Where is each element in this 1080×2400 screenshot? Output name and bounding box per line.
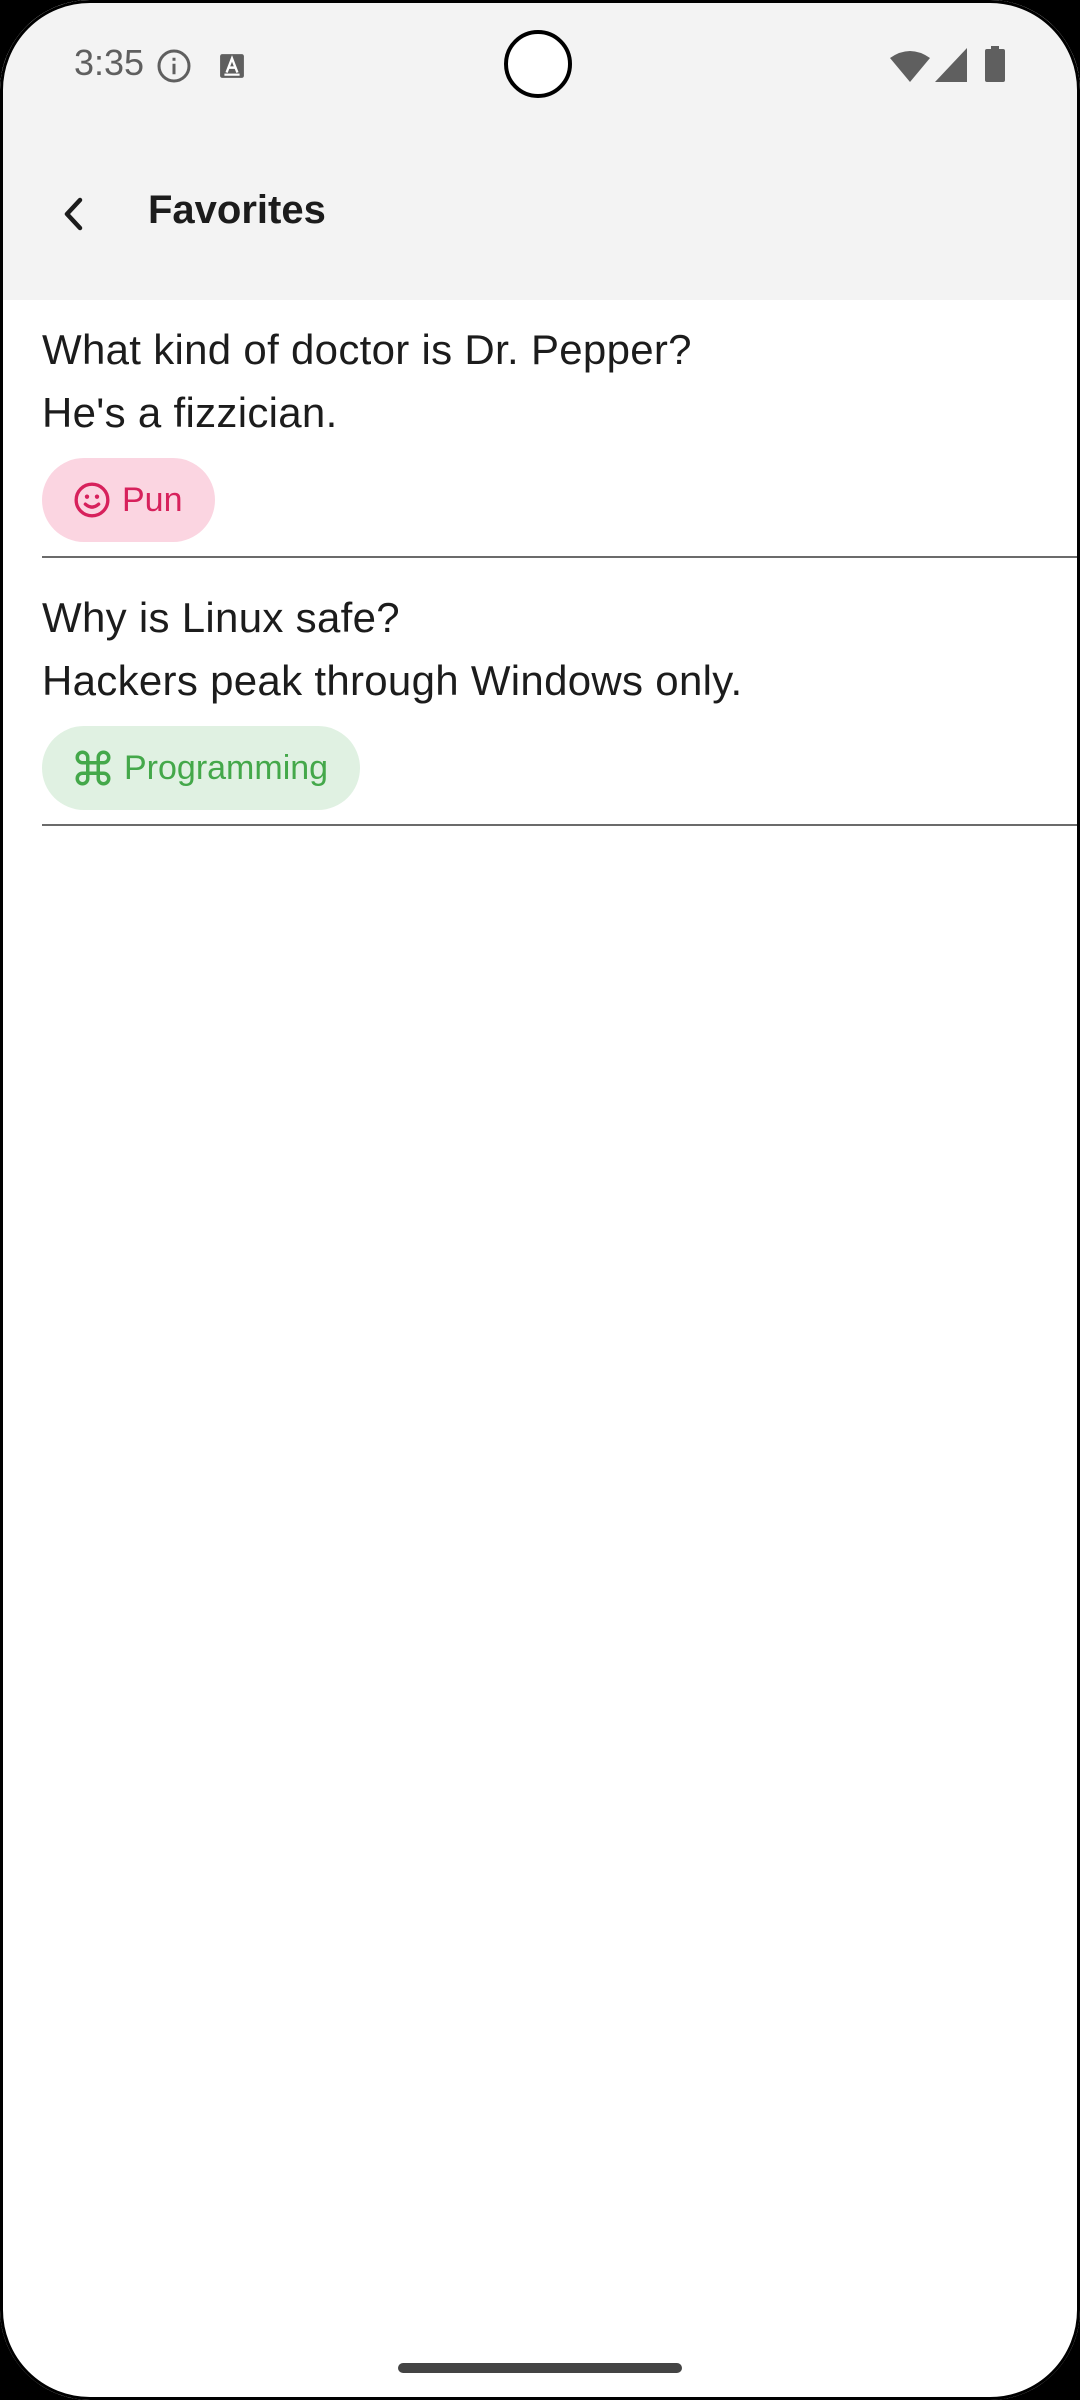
chevron-left-icon xyxy=(64,197,83,231)
status-time: 3:35 xyxy=(74,42,145,83)
top-app-bar: 3:35 Favorites xyxy=(0,0,1080,300)
info-icon xyxy=(157,49,191,83)
a-icon xyxy=(220,54,244,78)
camera-cutout xyxy=(504,30,572,98)
smiley-icon xyxy=(74,482,110,518)
back-button[interactable] xyxy=(38,178,110,250)
favorites-list: What kind of doctor is Dr. Pepper? He's … xyxy=(0,300,1080,826)
joke-setup: Why is Linux safe? xyxy=(42,594,400,641)
cellular-icon xyxy=(935,48,967,82)
chip-label: Pun xyxy=(122,480,183,519)
page-title: Favorites xyxy=(148,188,326,232)
joke-item[interactable]: What kind of doctor is Dr. Pepper? He's … xyxy=(0,300,1080,558)
category-chip-programming[interactable]: Programming xyxy=(42,726,361,810)
wifi-icon xyxy=(890,51,930,82)
chip-label: Programming xyxy=(124,748,329,787)
home-indicator[interactable] xyxy=(398,2363,682,2373)
divider xyxy=(42,824,1080,826)
command-icon xyxy=(75,750,111,786)
divider xyxy=(42,556,1080,558)
joke-punchline: He's a fizzician. xyxy=(42,389,338,436)
joke-punchline: Hackers peak through Windows only. xyxy=(42,657,743,704)
category-chip-pun[interactable]: Pun xyxy=(42,458,215,542)
phone-screen: 3:35 Favorites What kind of doctor is Dr… xyxy=(0,0,1080,2400)
joke-setup: What kind of doctor is Dr. Pepper? xyxy=(42,326,692,373)
joke-item[interactable]: Why is Linux safe? Hackers peak through … xyxy=(0,568,1080,826)
battery-icon xyxy=(985,46,1005,82)
